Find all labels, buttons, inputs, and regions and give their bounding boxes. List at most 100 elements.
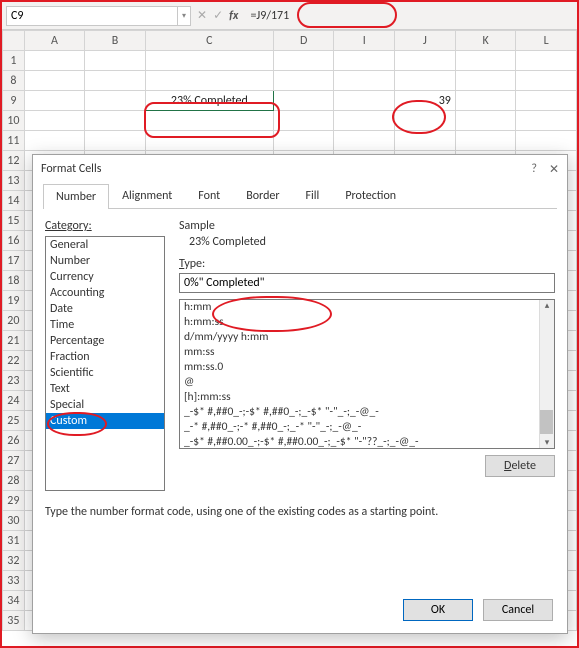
cell-I8[interactable] — [334, 71, 395, 91]
cell-B8[interactable] — [85, 71, 146, 91]
row-header[interactable]: 11 — [3, 131, 25, 151]
cell-I9[interactable] — [334, 91, 395, 111]
format-code-item[interactable]: [h]:mm:ss — [180, 390, 554, 405]
category-list[interactable]: GeneralNumberCurrencyAccountingDateTimeP… — [45, 236, 165, 491]
col-header[interactable]: L — [516, 31, 577, 51]
cell-L8[interactable] — [516, 71, 577, 91]
format-code-list[interactable]: h:mmh:mm:ssd/mm/yyyy h:mmmm:ssmm:ss.0@[h… — [179, 299, 555, 449]
dialog-titlebar[interactable]: Format Cells ? ✕ — [33, 155, 567, 183]
cell-C10[interactable] — [145, 111, 273, 131]
row-header[interactable]: 26 — [3, 431, 25, 451]
cell-J1[interactable] — [395, 51, 456, 71]
close-icon[interactable]: ✕ — [549, 162, 559, 177]
category-item[interactable]: Percentage — [46, 333, 164, 349]
cell-C11[interactable] — [145, 131, 273, 151]
col-header[interactable]: J — [395, 31, 456, 51]
format-code-item[interactable]: _-$* #,##0.00_-;-$* #,##0.00_-;_-$* "-"?… — [180, 435, 554, 449]
name-box[interactable] — [6, 6, 178, 26]
col-header[interactable]: B — [85, 31, 146, 51]
row-header[interactable]: 18 — [3, 271, 25, 291]
cell-C9[interactable]: 23% Completed — [145, 91, 273, 111]
cell-B9[interactable] — [85, 91, 146, 111]
cell-A10[interactable] — [24, 111, 85, 131]
cell-C1[interactable] — [145, 51, 273, 71]
row-header[interactable]: 14 — [3, 191, 25, 211]
scroll-thumb[interactable] — [540, 410, 553, 434]
cell-K9[interactable] — [455, 91, 516, 111]
cell-A9[interactable] — [24, 91, 85, 111]
row-header[interactable]: 32 — [3, 551, 25, 571]
formula-input[interactable]: =J9/171 — [244, 9, 573, 23]
cell-J9[interactable]: 39 — [395, 91, 456, 111]
cell-B10[interactable] — [85, 111, 146, 131]
category-item[interactable]: Number — [46, 253, 164, 269]
row-header[interactable]: 10 — [3, 111, 25, 131]
cell-L1[interactable] — [516, 51, 577, 71]
col-header[interactable]: C — [145, 31, 273, 51]
row-header[interactable]: 24 — [3, 391, 25, 411]
scroll-up-icon[interactable]: ▴ — [545, 300, 550, 311]
category-item[interactable]: Scientific — [46, 365, 164, 381]
cell-A1[interactable] — [24, 51, 85, 71]
row-header[interactable]: 9 — [3, 91, 25, 111]
cell-K11[interactable] — [455, 131, 516, 151]
tab-border[interactable]: Border — [233, 183, 292, 208]
row-header[interactable]: 12 — [3, 151, 25, 171]
row-header[interactable]: 1 — [3, 51, 25, 71]
cell-I1[interactable] — [334, 51, 395, 71]
cell-D8[interactable] — [273, 71, 334, 91]
cell-L9[interactable] — [516, 91, 577, 111]
category-item[interactable]: General — [46, 237, 164, 253]
row-header[interactable]: 22 — [3, 351, 25, 371]
help-icon[interactable]: ? — [531, 162, 537, 177]
row-header[interactable]: 35 — [3, 611, 25, 631]
row-header[interactable]: 29 — [3, 491, 25, 511]
row-header[interactable]: 25 — [3, 411, 25, 431]
format-code-item[interactable]: d/mm/yyyy h:mm — [180, 330, 554, 345]
category-item[interactable]: Accounting — [46, 285, 164, 301]
category-item[interactable]: Special — [46, 397, 164, 413]
ok-button[interactable]: OK — [403, 599, 473, 621]
format-code-item[interactable]: mm:ss — [180, 345, 554, 360]
enter-formula-icon[interactable]: ✓ — [213, 8, 223, 23]
category-item[interactable]: Fraction — [46, 349, 164, 365]
row-header[interactable]: 21 — [3, 331, 25, 351]
fx-icon[interactable]: fx — [229, 9, 238, 23]
row-header[interactable]: 33 — [3, 571, 25, 591]
cell-L10[interactable] — [516, 111, 577, 131]
cell-K8[interactable] — [455, 71, 516, 91]
scroll-down-icon[interactable]: ▾ — [545, 437, 550, 448]
category-item[interactable]: Currency — [46, 269, 164, 285]
format-code-item[interactable]: h:mm:ss — [180, 315, 554, 330]
row-header[interactable]: 34 — [3, 591, 25, 611]
cell-B1[interactable] — [85, 51, 146, 71]
row-header[interactable]: 8 — [3, 71, 25, 91]
cancel-button[interactable]: Cancel — [483, 599, 553, 621]
format-code-item[interactable]: mm:ss.0 — [180, 360, 554, 375]
col-header[interactable]: A — [24, 31, 85, 51]
row-header[interactable]: 28 — [3, 471, 25, 491]
select-all-corner[interactable] — [3, 31, 25, 51]
cell-J8[interactable] — [395, 71, 456, 91]
row-header[interactable]: 30 — [3, 511, 25, 531]
cell-I10[interactable] — [334, 111, 395, 131]
cell-I11[interactable] — [334, 131, 395, 151]
col-header[interactable]: D — [273, 31, 334, 51]
col-header[interactable]: I — [334, 31, 395, 51]
tab-alignment[interactable]: Alignment — [109, 183, 185, 208]
row-header[interactable]: 19 — [3, 291, 25, 311]
cell-L11[interactable] — [516, 131, 577, 151]
row-header[interactable]: 16 — [3, 231, 25, 251]
category-item[interactable]: Time — [46, 317, 164, 333]
col-header[interactable]: K — [455, 31, 516, 51]
format-code-item[interactable]: _-* #,##0_-;-* #,##0_-;_-* "-"_-;_-@_- — [180, 420, 554, 435]
cancel-formula-icon[interactable]: ✕ — [197, 8, 207, 23]
cell-B11[interactable] — [85, 131, 146, 151]
tab-font[interactable]: Font — [185, 183, 233, 208]
tab-protection[interactable]: Protection — [332, 183, 409, 208]
tab-fill[interactable]: Fill — [293, 183, 333, 208]
category-item[interactable]: Date — [46, 301, 164, 317]
row-header[interactable]: 17 — [3, 251, 25, 271]
cell-D1[interactable] — [273, 51, 334, 71]
category-item[interactable]: Text — [46, 381, 164, 397]
